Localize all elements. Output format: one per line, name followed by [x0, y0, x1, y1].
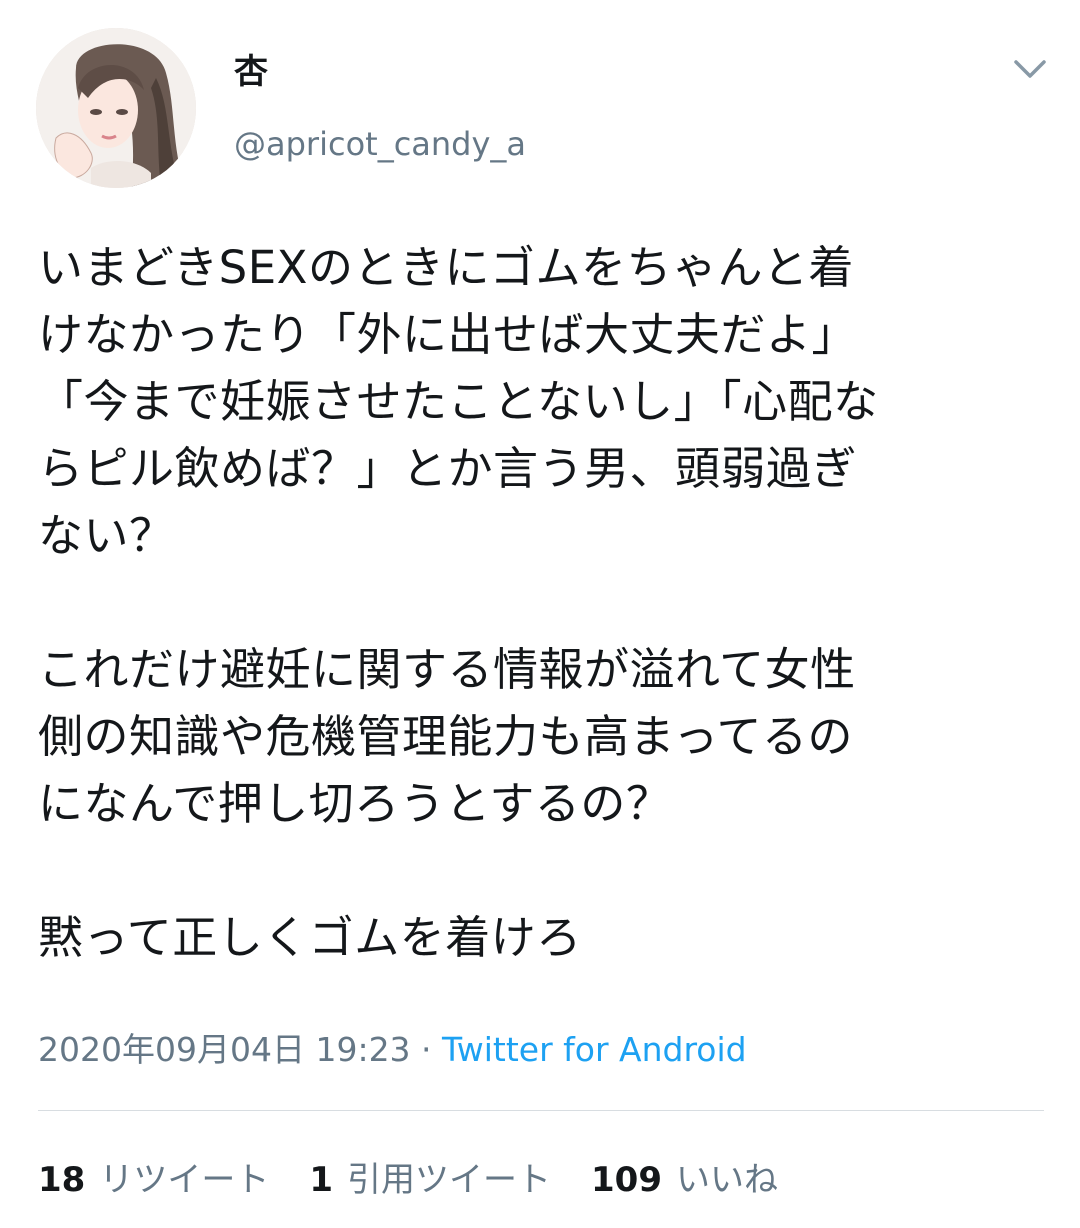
retweets-stat[interactable]: 18 リツイート	[38, 1158, 269, 1202]
user-handle[interactable]: @apricot_candy_a	[234, 124, 526, 164]
likes-stat[interactable]: 109 いいね	[591, 1158, 778, 1202]
quotes-label: 引用ツイート	[347, 1160, 551, 1200]
tweet-line: 「今まで妊娠させたことないし」「心配な	[38, 375, 879, 428]
avatar[interactable]	[36, 28, 196, 188]
tweet-line: になんで押し切ろうとするの？	[38, 777, 672, 830]
tweet-line: いまどきSEXのときにゴムをちゃんと着	[38, 241, 854, 294]
likes-label: いいね	[675, 1160, 778, 1200]
retweets-label: リツイート	[99, 1160, 270, 1200]
chevron-down-icon[interactable]	[1008, 52, 1052, 88]
tweet-stats: 18 リツイート 1 引用ツイート 109 いいね	[38, 1158, 778, 1202]
likes-count: 109	[591, 1160, 662, 1200]
tweet-line: 側の知識や危機管理能力も高まってるの	[38, 710, 853, 763]
display-name[interactable]: 杏	[234, 50, 268, 94]
avatar-illustration-icon	[36, 28, 196, 188]
divider	[38, 1110, 1044, 1111]
tweet-line: ない？	[38, 509, 175, 562]
quotes-count: 1	[309, 1160, 333, 1200]
tweet-meta: 2020年09月04日 19:23 · Twitter for Android	[38, 1028, 747, 1072]
tweet-header: 杏 @apricot_candy_a	[0, 0, 1080, 200]
timestamp[interactable]: 2020年09月04日 19:23	[38, 1030, 411, 1069]
tweet-line: 黙って正しくゴムを着けろ	[38, 911, 582, 964]
tweet-line: これだけ避妊に関する情報が溢れて女性	[38, 643, 856, 696]
meta-separator: ·	[410, 1030, 443, 1069]
tweet-line: らピル飲めば？」とか言う男、頭弱過ぎ	[38, 442, 858, 495]
source-link[interactable]: Twitter for Android	[442, 1030, 747, 1069]
tweet-text: いまどきSEXのときにゴムをちゃんと着 けなかったり「外に出せば大丈夫だよ」 「…	[38, 234, 1048, 971]
tweet-line: けなかったり「外に出せば大丈夫だよ」	[38, 308, 858, 361]
retweets-count: 18	[38, 1160, 86, 1200]
quotes-stat[interactable]: 1 引用ツイート	[309, 1158, 551, 1202]
